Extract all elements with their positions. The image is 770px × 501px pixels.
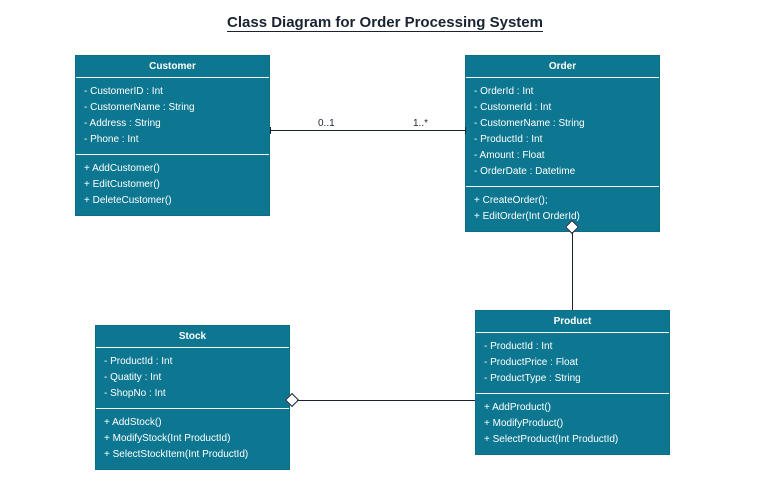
class-stock-methods: + AddStock() + ModifyStock(Int ProductId… <box>96 409 289 469</box>
attr-row: - Phone : Int <box>84 132 261 148</box>
method-row: + DeleteCustomer() <box>84 193 261 209</box>
attr-row: - CustomerId : Int <box>474 100 651 116</box>
diagram-title: Class Diagram for Order Processing Syste… <box>0 0 770 31</box>
attr-row: - Address : String <box>84 116 261 132</box>
attr-row: - OrderDate : Datetime <box>474 164 651 180</box>
attr-row: - ProductId : Int <box>474 132 651 148</box>
class-order-methods: + CreateOrder(); + EditOrder(Int OrderId… <box>466 187 659 231</box>
class-product-methods: + AddProduct() + ModifyProduct() + Selec… <box>476 394 669 454</box>
method-row: + EditCustomer() <box>84 177 261 193</box>
class-order-name: Order <box>466 56 659 78</box>
class-customer-attributes: - CustomerID : Int - CustomerName : Stri… <box>76 78 269 155</box>
method-row: + ModifyStock(Int ProductId) <box>104 431 281 447</box>
attr-row: - CustomerID : Int <box>84 84 261 100</box>
attr-row: - CustomerName : String <box>474 116 651 132</box>
attr-row: - CustomerName : String <box>84 100 261 116</box>
method-row: + EditOrder(Int OrderId) <box>474 209 651 225</box>
attr-row: - ProductPrice : Float <box>484 355 661 371</box>
class-order-attributes: - OrderId : Int - CustomerId : Int - Cus… <box>466 78 659 187</box>
class-stock-attributes: - ProductId : Int - Quatity : Int - Shop… <box>96 348 289 409</box>
class-order: Order - OrderId : Int - CustomerId : Int… <box>465 55 660 232</box>
class-product: Product - ProductId : Int - ProductPrice… <box>475 310 670 455</box>
method-row: + AddStock() <box>104 415 281 431</box>
class-stock-name: Stock <box>96 326 289 348</box>
mult-order: 1..* <box>413 118 428 129</box>
class-product-attributes: - ProductId : Int - ProductPrice : Float… <box>476 333 669 394</box>
method-row: + SelectStockItem(Int ProductId) <box>104 447 281 463</box>
assoc-product-stock <box>297 400 475 401</box>
method-row: + SelectProduct(Int ProductId) <box>484 432 661 448</box>
class-customer: Customer - CustomerID : Int - CustomerNa… <box>75 55 270 216</box>
attr-row: - ShopNo : Int <box>104 386 281 402</box>
assoc-order-product <box>572 232 573 310</box>
class-customer-name: Customer <box>76 56 269 78</box>
class-customer-methods: + AddCustomer() + EditCustomer() + Delet… <box>76 155 269 215</box>
assoc-customer-order-end2 <box>465 127 466 134</box>
method-row: + AddCustomer() <box>84 161 261 177</box>
attr-row: - ProductType : String <box>484 371 661 387</box>
class-product-name: Product <box>476 311 669 333</box>
mult-customer: 0..1 <box>318 118 335 129</box>
attr-row: - Quatity : Int <box>104 370 281 386</box>
assoc-customer-order-end1 <box>270 127 271 134</box>
assoc-customer-order <box>270 130 465 131</box>
attr-row: - ProductId : Int <box>104 354 281 370</box>
method-row: + ModifyProduct() <box>484 416 661 432</box>
attr-row: - ProductId : Int <box>484 339 661 355</box>
method-row: + AddProduct() <box>484 400 661 416</box>
method-row: + CreateOrder(); <box>474 193 651 209</box>
attr-row: - Amount : Float <box>474 148 651 164</box>
class-stock: Stock - ProductId : Int - Quatity : Int … <box>95 325 290 470</box>
attr-row: - OrderId : Int <box>474 84 651 100</box>
